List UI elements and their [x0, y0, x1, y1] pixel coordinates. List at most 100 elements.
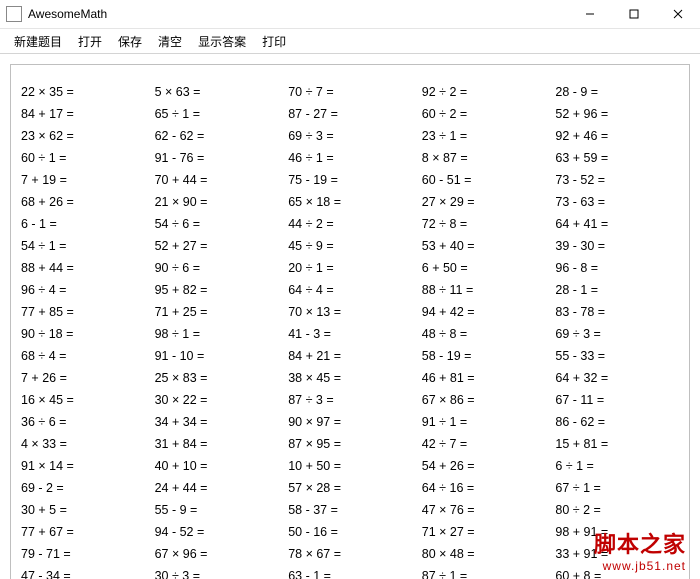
problem-cell: 23 ÷ 1 =	[422, 125, 552, 147]
problem-cell: 45 ÷ 9 =	[288, 235, 418, 257]
app-icon	[6, 6, 22, 22]
problem-cell: 69 ÷ 3 =	[288, 125, 418, 147]
problem-panel[interactable]: 22 × 35 =84 + 17 =23 × 62 =60 ÷ 1 =7 + 1…	[10, 64, 690, 579]
problem-cell: 88 + 44 =	[21, 257, 151, 279]
problem-cell: 96 - 8 =	[555, 257, 685, 279]
problem-cell: 62 - 62 =	[155, 125, 285, 147]
problem-cell: 6 ÷ 1 =	[555, 455, 685, 477]
problem-column: 22 × 35 =84 + 17 =23 × 62 =60 ÷ 1 =7 + 1…	[21, 81, 155, 579]
problem-cell: 7 + 26 =	[21, 367, 151, 389]
problem-cell: 57 × 28 =	[288, 477, 418, 499]
problem-cell: 31 + 84 =	[155, 433, 285, 455]
problem-cell: 52 + 27 =	[155, 235, 285, 257]
problem-cell: 64 + 32 =	[555, 367, 685, 389]
problem-cell: 67 - 11 =	[555, 389, 685, 411]
problem-cell: 87 ÷ 3 =	[288, 389, 418, 411]
problem-cell: 92 + 46 =	[555, 125, 685, 147]
problem-cell: 87 - 27 =	[288, 103, 418, 125]
problem-cell: 6 - 1 =	[21, 213, 151, 235]
problem-cell: 54 ÷ 1 =	[21, 235, 151, 257]
problem-cell: 16 × 45 =	[21, 389, 151, 411]
problem-cell: 54 ÷ 6 =	[155, 213, 285, 235]
problem-cell: 47 - 34 =	[21, 565, 151, 579]
problem-cell: 90 ÷ 6 =	[155, 257, 285, 279]
problem-cell: 33 + 91 =	[555, 543, 685, 565]
problem-cell: 64 ÷ 16 =	[422, 477, 552, 499]
problem-cell: 92 ÷ 2 =	[422, 81, 552, 103]
problem-cell: 40 + 10 =	[155, 455, 285, 477]
problem-cell: 94 - 52 =	[155, 521, 285, 543]
problem-cell: 60 + 8 =	[555, 565, 685, 579]
problem-cell: 39 - 30 =	[555, 235, 685, 257]
problem-cell: 73 - 63 =	[555, 191, 685, 213]
problem-cell: 88 ÷ 11 =	[422, 279, 552, 301]
window-buttons	[568, 0, 700, 28]
problem-cell: 20 ÷ 1 =	[288, 257, 418, 279]
problem-cell: 64 ÷ 4 =	[288, 279, 418, 301]
problem-cell: 70 × 13 =	[288, 301, 418, 323]
problem-cell: 54 + 26 =	[422, 455, 552, 477]
problem-cell: 77 + 85 =	[21, 301, 151, 323]
problem-cell: 30 + 5 =	[21, 499, 151, 521]
problem-cell: 84 + 17 =	[21, 103, 151, 125]
problem-cell: 34 + 34 =	[155, 411, 285, 433]
maximize-button[interactable]	[612, 0, 656, 28]
problem-cell: 98 + 91 =	[555, 521, 685, 543]
problem-cell: 80 × 48 =	[422, 543, 552, 565]
minimize-button[interactable]	[568, 0, 612, 28]
problem-cell: 96 ÷ 4 =	[21, 279, 151, 301]
problem-cell: 21 × 90 =	[155, 191, 285, 213]
problem-cell: 44 ÷ 2 =	[288, 213, 418, 235]
problem-column: 5 × 63 =65 ÷ 1 =62 - 62 =91 - 76 =70 + 4…	[155, 81, 289, 579]
problem-cell: 87 × 95 =	[288, 433, 418, 455]
problem-cell: 91 × 14 =	[21, 455, 151, 477]
problem-cell: 68 ÷ 4 =	[21, 345, 151, 367]
menu-open[interactable]: 打开	[70, 31, 110, 52]
problem-cell: 60 ÷ 2 =	[422, 103, 552, 125]
problem-cell: 41 - 3 =	[288, 323, 418, 345]
problem-cell: 58 - 37 =	[288, 499, 418, 521]
problem-cell: 7 + 19 =	[21, 169, 151, 191]
menu-show-answer[interactable]: 显示答案	[190, 31, 254, 52]
menu-print[interactable]: 打印	[254, 31, 294, 52]
menu-save[interactable]: 保存	[110, 31, 150, 52]
problem-cell: 91 - 10 =	[155, 345, 285, 367]
problem-cell: 8 × 87 =	[422, 147, 552, 169]
menubar: 新建题目 打开 保存 清空 显示答案 打印	[0, 29, 700, 54]
problem-cell: 36 ÷ 6 =	[21, 411, 151, 433]
window-title: AwesomeMath	[28, 7, 568, 21]
problem-cell: 15 + 81 =	[555, 433, 685, 455]
problem-cell: 50 - 16 =	[288, 521, 418, 543]
problem-cell: 28 - 1 =	[555, 279, 685, 301]
titlebar: AwesomeMath	[0, 0, 700, 29]
problem-grid: 22 × 35 =84 + 17 =23 × 62 =60 ÷ 1 =7 + 1…	[11, 65, 689, 579]
problem-cell: 24 + 44 =	[155, 477, 285, 499]
problem-cell: 71 × 27 =	[422, 521, 552, 543]
problem-cell: 10 + 50 =	[288, 455, 418, 477]
problem-cell: 65 × 18 =	[288, 191, 418, 213]
problem-cell: 23 × 62 =	[21, 125, 151, 147]
problem-cell: 63 - 1 =	[288, 565, 418, 579]
problem-cell: 69 - 2 =	[21, 477, 151, 499]
menu-clear[interactable]: 清空	[150, 31, 190, 52]
problem-cell: 68 + 26 =	[21, 191, 151, 213]
problem-column: 70 ÷ 7 =87 - 27 =69 ÷ 3 =46 ÷ 1 =75 - 19…	[288, 81, 422, 579]
problem-cell: 52 + 96 =	[555, 103, 685, 125]
close-button[interactable]	[656, 0, 700, 28]
menu-new[interactable]: 新建题目	[6, 31, 70, 52]
problem-cell: 22 × 35 =	[21, 81, 151, 103]
problem-cell: 63 + 59 =	[555, 147, 685, 169]
problem-column: 28 - 9 =52 + 96 =92 + 46 =63 + 59 =73 - …	[555, 81, 689, 579]
problem-cell: 55 - 9 =	[155, 499, 285, 521]
problem-cell: 42 ÷ 7 =	[422, 433, 552, 455]
problem-cell: 75 - 19 =	[288, 169, 418, 191]
problem-cell: 72 ÷ 8 =	[422, 213, 552, 235]
problem-column: 92 ÷ 2 =60 ÷ 2 =23 ÷ 1 =8 × 87 =60 - 51 …	[422, 81, 556, 579]
problem-cell: 60 - 51 =	[422, 169, 552, 191]
problem-cell: 4 × 33 =	[21, 433, 151, 455]
problem-cell: 70 + 44 =	[155, 169, 285, 191]
problem-cell: 87 ÷ 1 =	[422, 565, 552, 579]
problem-cell: 55 - 33 =	[555, 345, 685, 367]
problem-cell: 53 + 40 =	[422, 235, 552, 257]
problem-cell: 69 ÷ 3 =	[555, 323, 685, 345]
